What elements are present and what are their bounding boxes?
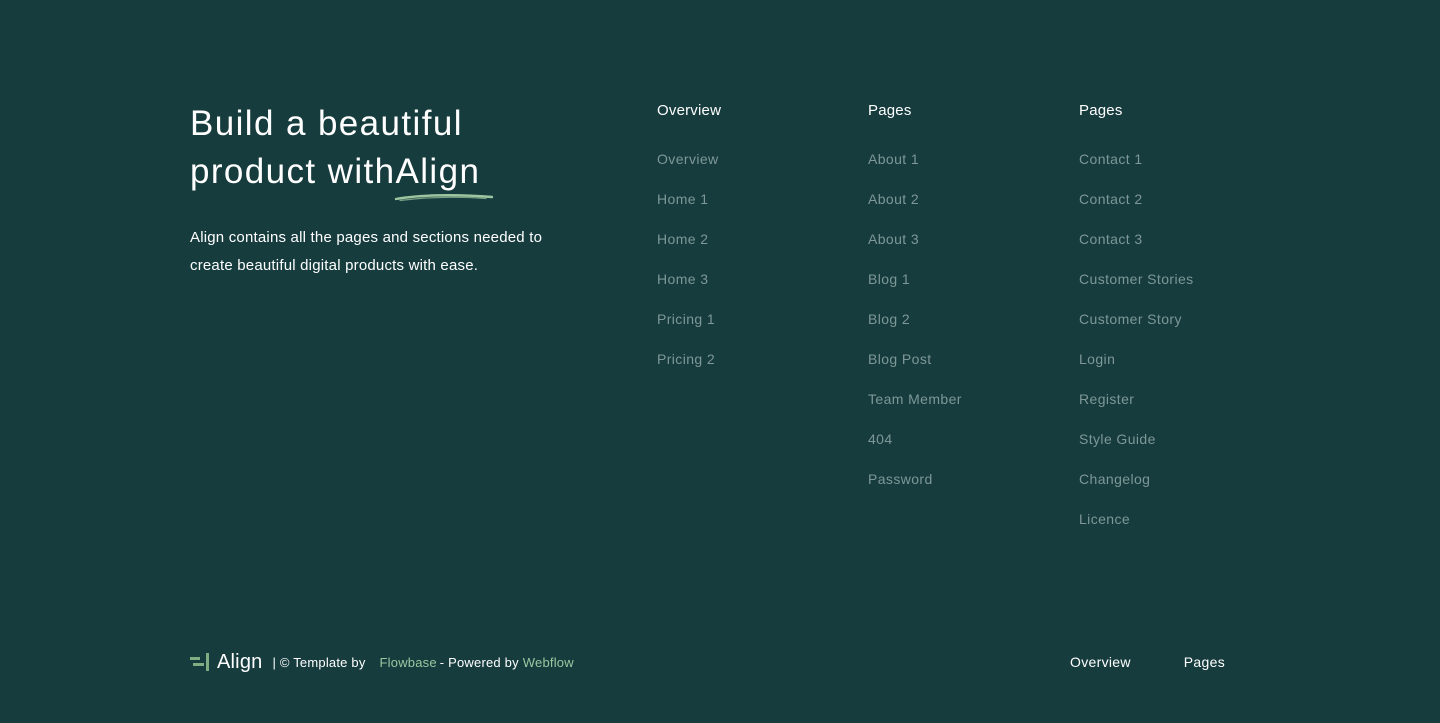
link-licence[interactable]: Licence (1079, 507, 1194, 547)
link-404[interactable]: 404 (868, 427, 962, 467)
link-team-member[interactable]: Team Member (868, 387, 962, 427)
column-link-list: Contact 1 Contact 2 Contact 3 Customer S… (1079, 147, 1194, 547)
link-home-3[interactable]: Home 3 (657, 267, 721, 307)
headline-brand-text: Align (395, 152, 481, 191)
footer-credit-bar: Align | © Template by Flowbase - Powered… (190, 650, 574, 674)
link-contact-2[interactable]: Contact 2 (1079, 187, 1194, 227)
link-home-2[interactable]: Home 2 (657, 227, 721, 267)
column-title: Overview (657, 102, 722, 119)
footer-column-pages-b: Pages Contact 1 Contact 2 Contact 3 Cust… (1079, 99, 1194, 547)
flowbase-link[interactable]: Flowbase (380, 655, 437, 670)
footer-nav-pages[interactable]: Pages (1184, 654, 1225, 670)
footer-logo[interactable]: Align (190, 651, 262, 674)
hero-headline: Build a beautiful product withAlign (190, 100, 493, 202)
column-link-list: Overview Home 1 Home 2 Home 3 Pricing 1 … (657, 147, 721, 387)
column-link-list: About 1 About 2 About 3 Blog 1 Blog 2 Bl… (868, 147, 962, 507)
link-changelog[interactable]: Changelog (1079, 467, 1194, 507)
link-pricing-2[interactable]: Pricing 2 (657, 347, 721, 387)
link-pricing-1[interactable]: Pricing 1 (657, 307, 721, 347)
footer-nav: Overview Pages (1070, 650, 1225, 674)
link-overview[interactable]: Overview (657, 147, 721, 187)
column-title: Pages (1079, 102, 1123, 119)
link-blog-2[interactable]: Blog 2 (868, 307, 962, 347)
align-logo-icon (190, 653, 209, 671)
credit-prefix: | © Template by (272, 654, 366, 670)
link-about-2[interactable]: About 2 (868, 187, 962, 227)
link-blog-post[interactable]: Blog Post (868, 347, 962, 387)
link-about-3[interactable]: About 3 (868, 227, 962, 267)
link-customer-story[interactable]: Customer Story (1079, 307, 1194, 347)
link-login[interactable]: Login (1079, 347, 1194, 387)
link-contact-1[interactable]: Contact 1 (1079, 147, 1194, 187)
link-password[interactable]: Password (868, 467, 962, 507)
credit-middle: - Powered by (439, 654, 519, 670)
footer-nav-overview[interactable]: Overview (1070, 654, 1131, 670)
headline-line-1: Build a beautiful (190, 104, 463, 143)
column-title: Pages (868, 102, 912, 119)
logo-wordmark: Align (217, 650, 263, 673)
headline-prefix: product with (190, 152, 396, 191)
link-register[interactable]: Register (1079, 387, 1194, 427)
headline-line-2: product withAlign (190, 148, 493, 202)
link-customer-stories[interactable]: Customer Stories (1079, 267, 1194, 307)
headline-brand-word: Align (394, 148, 493, 202)
link-contact-3[interactable]: Contact 3 (1079, 227, 1194, 267)
footer-column-overview: Overview Overview Home 1 Home 2 Home 3 P… (657, 99, 721, 387)
brush-underline-icon (394, 194, 493, 202)
webflow-link[interactable]: Webflow (523, 655, 574, 670)
link-home-1[interactable]: Home 1 (657, 187, 721, 227)
footer-column-pages-a: Pages About 1 About 2 About 3 Blog 1 Blo… (868, 99, 962, 507)
link-style-guide[interactable]: Style Guide (1079, 427, 1194, 467)
link-blog-1[interactable]: Blog 1 (868, 267, 962, 307)
link-about-1[interactable]: About 1 (868, 147, 962, 187)
hero-description: Align contains all the pages and section… (190, 229, 543, 274)
